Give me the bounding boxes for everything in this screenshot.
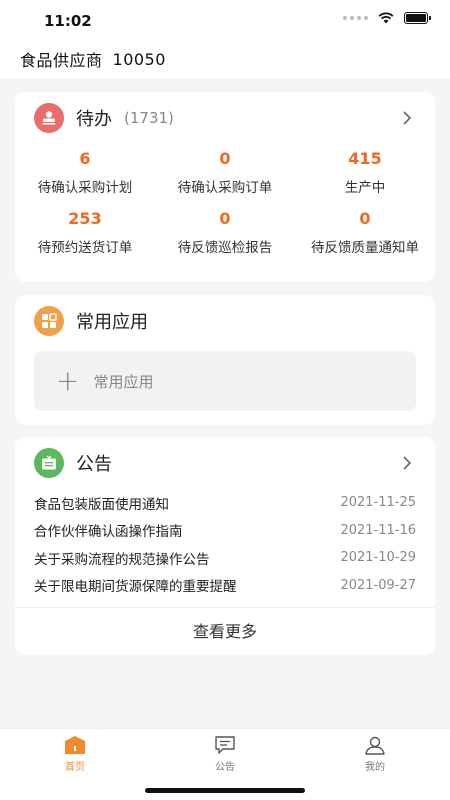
todo-stat-item[interactable]: 6 待确认采购计划	[15, 148, 155, 196]
home-indicator	[145, 788, 305, 793]
notice-item-date: 2021-09-27	[340, 577, 416, 593]
notice-item-date: 2021-10-29	[340, 550, 416, 566]
todo-stat-value: 6	[79, 149, 91, 168]
todo-stat-label: 待确认采购订单	[177, 180, 273, 196]
todo-stat-label: 待反馈质量通知单	[311, 240, 419, 256]
company-code: 10050	[112, 49, 166, 69]
todo-stat-label: 待预约送货订单	[37, 240, 133, 256]
todo-card: 待办 (1731) 6 待确认采购计划 0 待确认采购订单 415 生产中 25…	[15, 92, 435, 282]
notice-item-date: 2021-11-16	[340, 522, 416, 538]
home-icon	[65, 736, 85, 754]
apps-title: 常用应用	[76, 312, 148, 333]
user-icon	[365, 736, 385, 755]
todo-stat-value: 253	[68, 209, 102, 228]
tab-profile[interactable]: 我的	[300, 729, 450, 800]
todo-stat-label: 待反馈巡检报告	[177, 240, 273, 256]
notice-item[interactable]: 食品包装版面使用通知 2021-11-25	[15, 489, 435, 517]
todo-stat-item[interactable]: 0 待反馈巡检报告	[155, 208, 295, 256]
apps-header: 常用应用	[15, 295, 435, 347]
notice-item[interactable]: 合作伙伴确认函操作指南 2021-11-16	[15, 517, 435, 545]
battery-icon	[404, 12, 431, 24]
page-header: 食品供应商 10050	[0, 40, 450, 78]
todo-header[interactable]: 待办 (1731)	[15, 92, 435, 144]
plus-icon: +	[56, 364, 80, 397]
apps-card: 常用应用 + 常用应用	[15, 295, 435, 425]
apps-grid-icon	[34, 306, 64, 336]
chevron-right-icon	[403, 456, 412, 470]
tab-home[interactable]: 首页	[0, 729, 150, 800]
status-time: 11:02	[44, 12, 92, 30]
stamp-icon	[34, 103, 64, 133]
tab-home-label: 首页	[65, 762, 85, 773]
notice-header[interactable]: 公告	[15, 437, 435, 489]
todo-stat-value: 415	[348, 149, 382, 168]
todo-stat-label: 生产中	[344, 180, 386, 196]
todo-stat-value: 0	[359, 209, 371, 228]
message-icon	[215, 736, 235, 754]
add-app-button[interactable]: + 常用应用	[34, 351, 416, 411]
tab-profile-label: 我的	[365, 762, 385, 773]
todo-stat-item[interactable]: 253 待预约送货订单	[15, 208, 155, 256]
todo-stat-item[interactable]: 415 生产中	[295, 148, 435, 196]
notice-card: 公告 食品包装版面使用通知 2021-11-25 合作伙伴确认函操作指南 202…	[15, 437, 435, 655]
company-name: 食品供应商	[20, 51, 103, 70]
todo-stat-value: 0	[219, 209, 231, 228]
status-bar: 11:02	[0, 0, 450, 40]
view-more-button[interactable]: 查看更多	[15, 607, 435, 651]
notice-item[interactable]: 关于限电期间货源保障的重要提醒 2021-09-27	[15, 572, 435, 600]
todo-stat-value: 0	[219, 149, 231, 168]
add-app-label: 常用应用	[93, 372, 154, 391]
todo-stat-item[interactable]: 0 待反馈质量通知单	[295, 208, 435, 256]
todo-stat-item[interactable]: 0 待确认采购订单	[155, 148, 295, 196]
notice-title: 公告	[76, 454, 112, 475]
tab-notice-label: 公告	[215, 762, 235, 773]
todo-title: 待办	[76, 109, 112, 130]
wifi-icon	[378, 12, 394, 24]
notice-item-title: 食品包装版面使用通知	[34, 496, 169, 513]
notice-item-date: 2021-11-25	[340, 495, 416, 511]
todo-count: (1731)	[124, 109, 174, 127]
notice-item-title: 关于限电期间货源保障的重要提醒	[34, 579, 237, 596]
todo-stats-grid: 6 待确认采购计划 0 待确认采购订单 415 生产中 253 待预约送货订单 …	[15, 144, 435, 256]
notice-list: 食品包装版面使用通知 2021-11-25 合作伙伴确认函操作指南 2021-1…	[15, 489, 435, 599]
notice-item-title: 关于采购流程的规范操作公告	[34, 551, 210, 568]
todo-stat-label: 待确认采购计划	[37, 180, 133, 196]
status-icons	[343, 12, 431, 24]
chevron-right-icon	[403, 111, 412, 125]
notice-item[interactable]: 关于采购流程的规范操作公告 2021-10-29	[15, 544, 435, 572]
noticeboard-icon	[34, 448, 64, 478]
signal-icon	[343, 16, 368, 20]
notice-item-title: 合作伙伴确认函操作指南	[34, 524, 183, 541]
